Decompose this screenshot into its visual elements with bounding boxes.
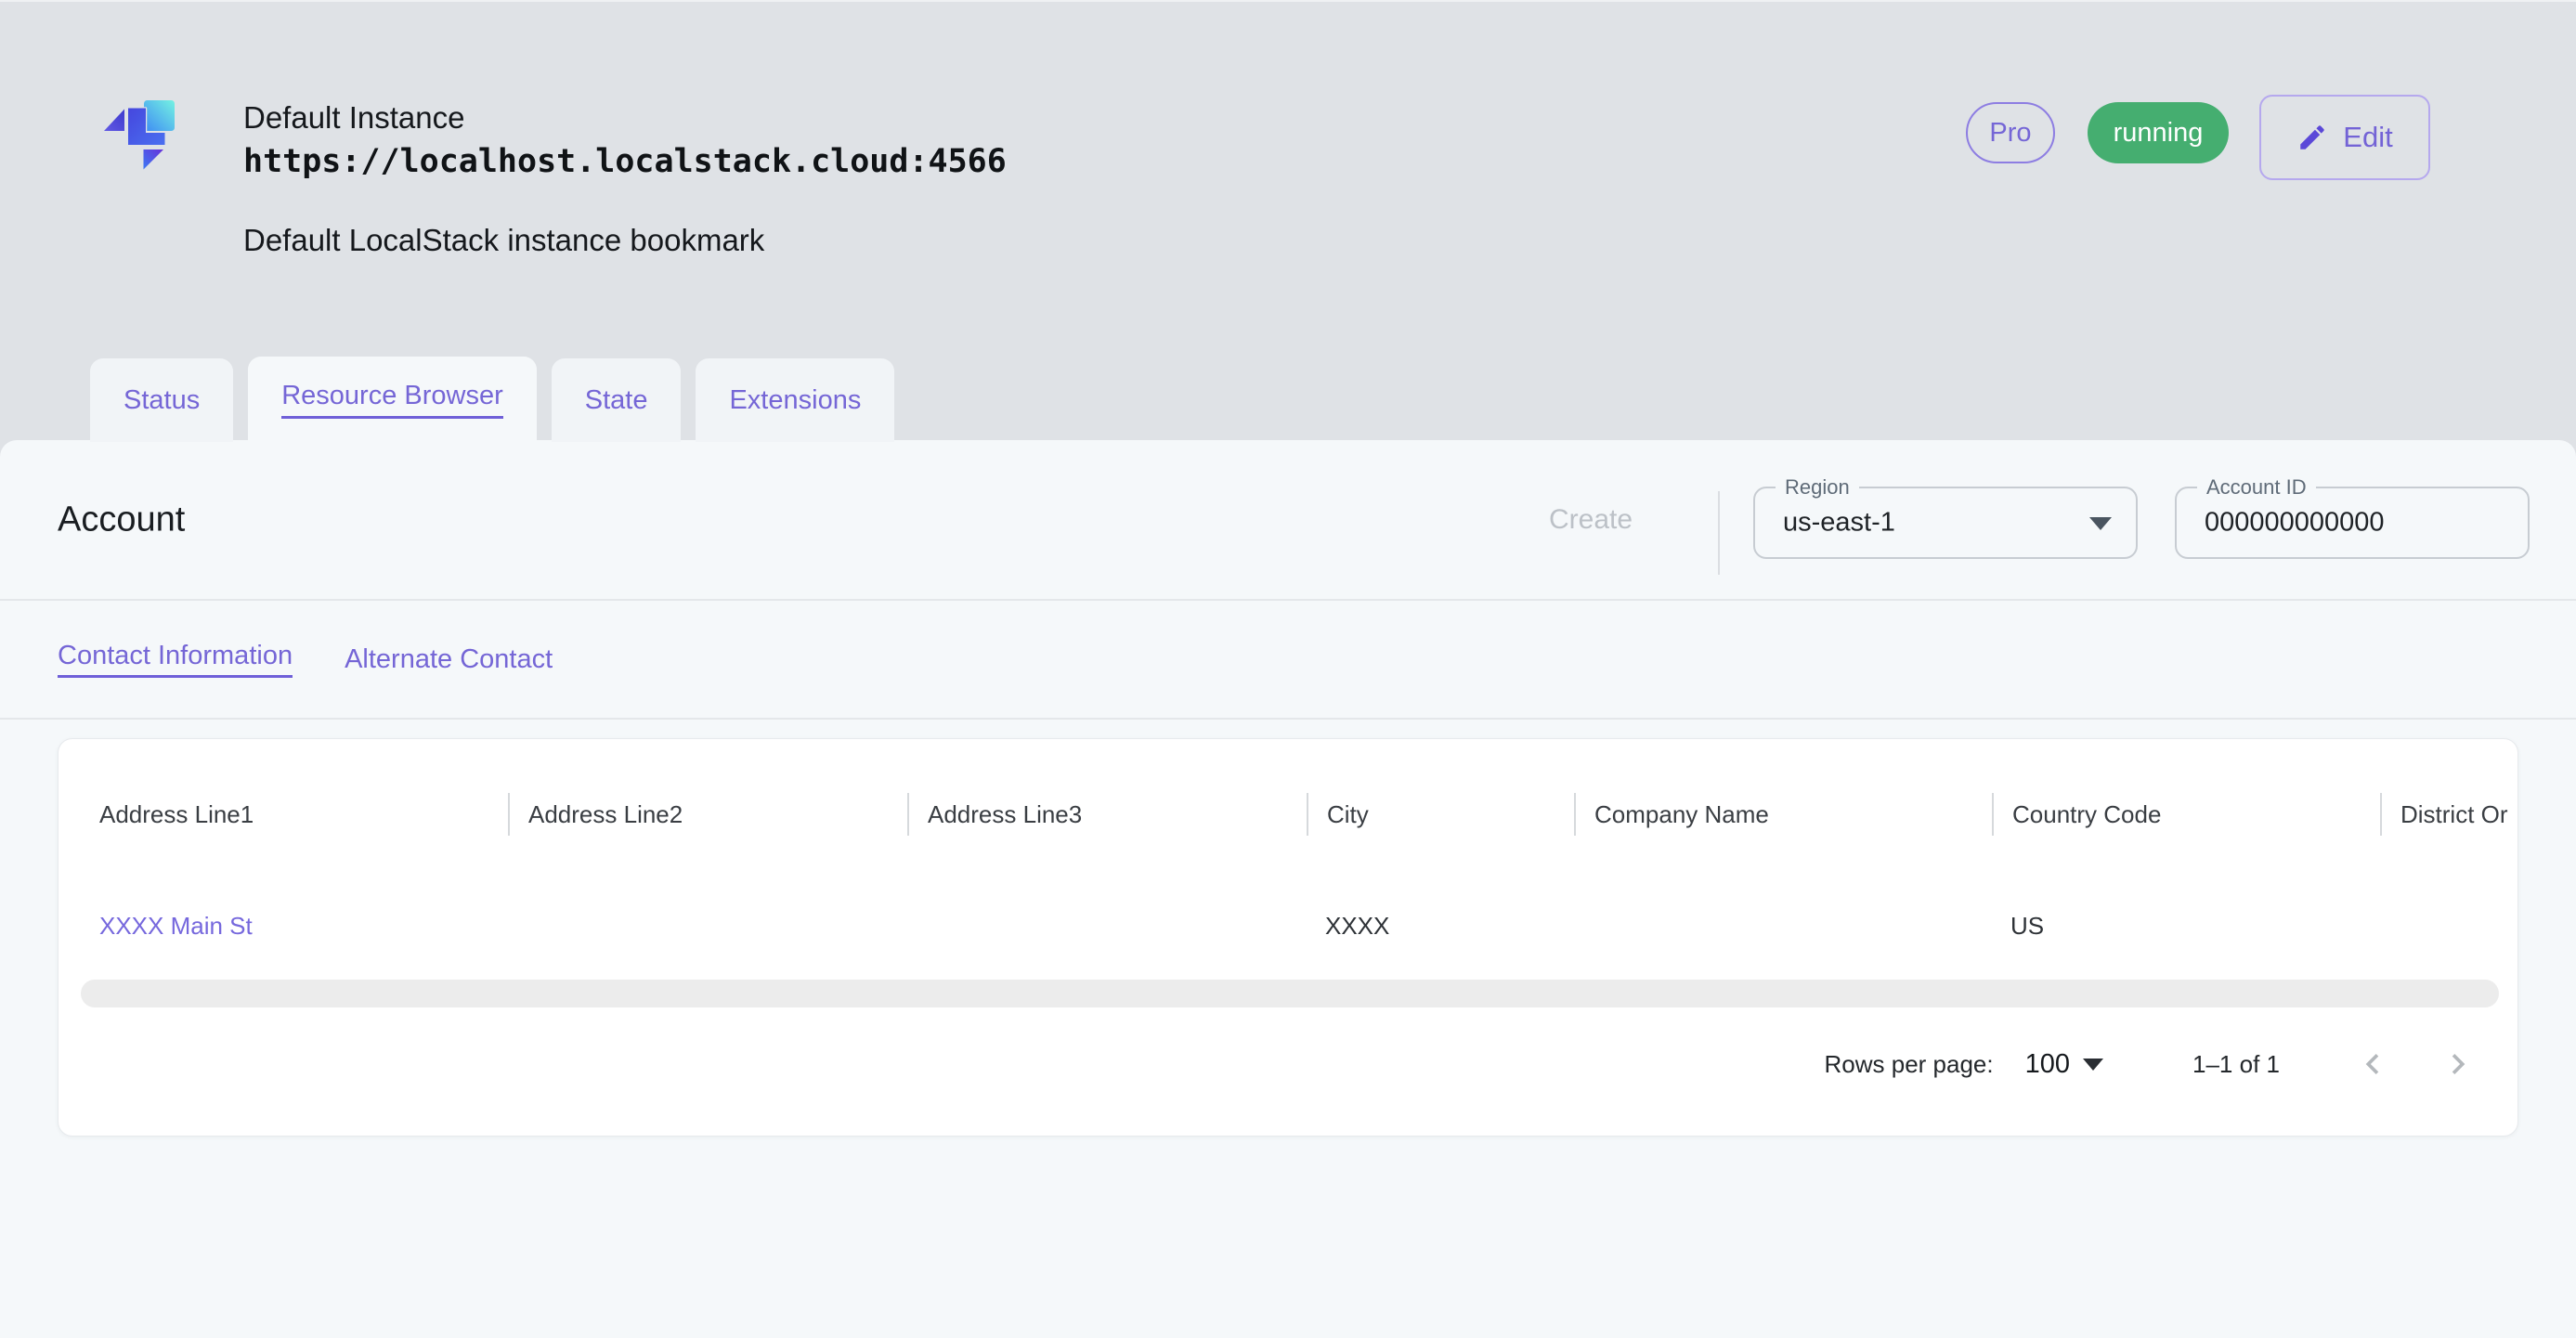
column-header-address-line2: Address Line2 — [508, 793, 907, 836]
tab-state-label: State — [585, 385, 648, 416]
table-pagination: Rows per page: 100 1–1 of 1 — [1825, 1038, 2480, 1090]
column-header-company-name: Company Name — [1574, 793, 1992, 836]
table-header-row: Address Line1 Address Line2 Address Line… — [99, 793, 2518, 836]
content-panel: Account Create Region us-east-1 Account … — [0, 440, 2576, 1338]
account-id-field[interactable]: Account ID 000000000000 — [2175, 487, 2530, 559]
tab-extensions-label: Extensions — [729, 385, 861, 416]
cell-address-line3 — [907, 904, 1307, 947]
edit-button-label: Edit — [2343, 121, 2392, 154]
cell-address-line2 — [508, 904, 907, 947]
tab-status-label: Status — [124, 385, 200, 416]
rows-per-page-label: Rows per page: — [1825, 1050, 1994, 1079]
tab-status[interactable]: Status — [90, 358, 233, 442]
main-tabs: Status Resource Browser State Extensions — [90, 357, 894, 442]
cell-city: XXXX — [1307, 904, 1574, 947]
account-id-label: Account ID — [2197, 474, 2316, 501]
previous-page-button[interactable] — [2350, 1042, 2395, 1086]
dropdown-arrow-icon — [2089, 517, 2112, 530]
localstack-app-window: Default Instance https://localhost.local… — [0, 0, 2576, 1338]
resource-subtabs: Contact Information Alternate Contact — [0, 601, 2576, 720]
region-select[interactable]: Region us-east-1 — [1753, 487, 2138, 559]
next-page-button[interactable] — [2436, 1042, 2480, 1086]
instance-subtitle: Default LocalStack instance bookmark — [243, 223, 764, 258]
instance-title: Default Instance — [243, 100, 464, 136]
create-button[interactable]: Create — [1549, 504, 1633, 536]
region-select-label: Region — [1776, 474, 1859, 501]
resource-header: Account Create Region us-east-1 Account … — [0, 440, 2576, 601]
chevron-left-icon — [2352, 1044, 2393, 1085]
cell-district — [2380, 904, 2518, 947]
table-row[interactable]: XXXX Main St XXXX US — [99, 904, 2518, 947]
data-table-card: Address Line1 Address Line2 Address Line… — [58, 738, 2518, 1137]
pencil-icon — [2296, 122, 2328, 153]
column-header-country-code: Country Code — [1992, 793, 2380, 836]
subtab-contact-information[interactable]: Contact Information — [58, 641, 293, 678]
edit-button[interactable]: Edit — [2259, 95, 2430, 180]
vertical-divider — [1718, 491, 1720, 575]
rows-per-page-select[interactable]: 100 — [2025, 1049, 2103, 1080]
column-header-address-line3: Address Line3 — [907, 793, 1307, 836]
account-id-value: 000000000000 — [2205, 508, 2385, 539]
pro-badge: Pro — [1966, 102, 2055, 163]
region-select-value: us-east-1 — [1783, 508, 1895, 539]
column-header-city: City — [1307, 793, 1574, 836]
instance-url: https://localhost.localstack.cloud:4566 — [243, 143, 1007, 180]
cell-company-name — [1574, 904, 1992, 947]
tab-resource-browser-label: Resource Browser — [281, 381, 503, 419]
subtab-alternate-contact[interactable]: Alternate Contact — [345, 644, 553, 675]
page-title: Account — [58, 500, 185, 539]
column-header-district: District Or — [2380, 793, 2518, 836]
column-header-address-line1: Address Line1 — [99, 793, 508, 836]
pagination-range: 1–1 of 1 — [2192, 1050, 2280, 1079]
cell-country-code: US — [1992, 904, 2380, 947]
cell-address-line1-link[interactable]: XXXX Main St — [99, 904, 508, 947]
rows-per-page-value: 100 — [2025, 1049, 2070, 1080]
status-badge: running — [2088, 102, 2229, 163]
tab-state[interactable]: State — [552, 358, 682, 442]
chevron-right-icon — [2438, 1044, 2478, 1085]
localstack-logo-icon — [90, 84, 211, 208]
horizontal-scrollbar[interactable] — [81, 980, 2499, 1007]
tab-extensions[interactable]: Extensions — [696, 358, 894, 442]
caret-down-icon — [2083, 1059, 2103, 1071]
tab-resource-browser[interactable]: Resource Browser — [248, 357, 537, 442]
